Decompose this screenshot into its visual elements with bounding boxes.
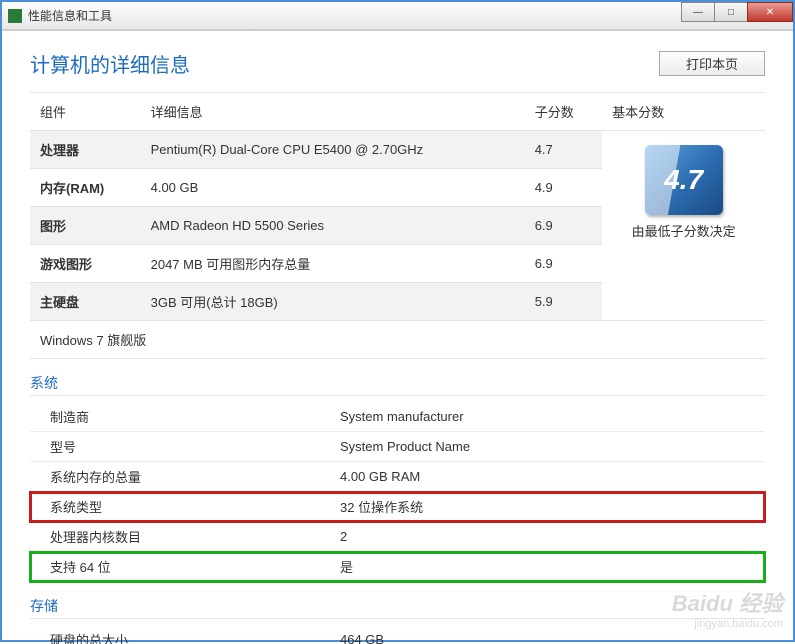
details-cell: 2047 MB 可用图形内存总量 [141, 245, 525, 283]
col-component: 组件 [30, 93, 141, 131]
maximize-button[interactable]: □ [714, 2, 748, 22]
kv-row: 硬盘的总大小464 GB [30, 625, 765, 644]
base-score-badge: 4.7 [645, 145, 723, 215]
base-score-note: 由最低子分数决定 [612, 221, 755, 240]
details-cell: AMD Radeon HD 5500 Series [141, 207, 525, 245]
section-storage: 存储 [30, 596, 765, 619]
storage-table: 硬盘的总大小464 GB 磁盘分区(C:)3 GB 可用(总计 18 GB) 磁… [30, 625, 765, 644]
print-button[interactable]: 打印本页 [659, 51, 765, 76]
subscore-cell: 4.9 [525, 169, 602, 207]
page-title: 计算机的详细信息 [30, 49, 190, 78]
edition-row: Windows 7 旗舰版 [30, 321, 765, 359]
window-titlebar: 性能信息和工具 — □ ✕ [2, 2, 793, 30]
score-table: 组件 详细信息 子分数 基本分数 处理器 Pentium(R) Dual-Cor… [30, 92, 765, 359]
component-cell: 游戏图形 [30, 245, 141, 283]
col-details: 详细信息 [141, 93, 525, 131]
col-subscore: 子分数 [525, 93, 602, 131]
close-button[interactable]: ✕ [747, 2, 793, 22]
component-cell: 处理器 [30, 131, 141, 169]
subscore-cell: 5.9 [525, 283, 602, 321]
kv-row: 制造商System manufacturer [30, 402, 765, 432]
subscore-cell: 6.9 [525, 207, 602, 245]
subscore-cell: 6.9 [525, 245, 602, 283]
kv-row-supports-64bit: 支持 64 位是 [30, 552, 765, 582]
details-cell: Pentium(R) Dual-Core CPU E5400 @ 2.70GHz [141, 131, 525, 169]
kv-row: 系统内存的总量4.00 GB RAM [30, 462, 765, 492]
component-cell: 主硬盘 [30, 283, 141, 321]
minimize-button[interactable]: — [681, 2, 715, 22]
section-system: 系统 [30, 373, 765, 396]
base-score-cell: 4.7 由最低子分数决定 [602, 131, 765, 321]
component-cell: 内存(RAM) [30, 169, 141, 207]
subscore-cell: 4.7 [525, 131, 602, 169]
details-cell: 3GB 可用(总计 18GB) [141, 283, 525, 321]
window-title: 性能信息和工具 [28, 7, 112, 24]
component-cell: 图形 [30, 207, 141, 245]
kv-row: 处理器内核数目2 [30, 522, 765, 552]
col-base: 基本分数 [602, 93, 765, 131]
kv-row-system-type: 系统类型32 位操作系统 [30, 492, 765, 522]
kv-row: 型号System Product Name [30, 432, 765, 462]
details-cell: 4.00 GB [141, 169, 525, 207]
windows-edition: Windows 7 旗舰版 [30, 321, 765, 359]
system-table: 制造商System manufacturer 型号System Product … [30, 402, 765, 582]
app-icon [8, 9, 22, 23]
table-row: 处理器 Pentium(R) Dual-Core CPU E5400 @ 2.7… [30, 131, 765, 169]
